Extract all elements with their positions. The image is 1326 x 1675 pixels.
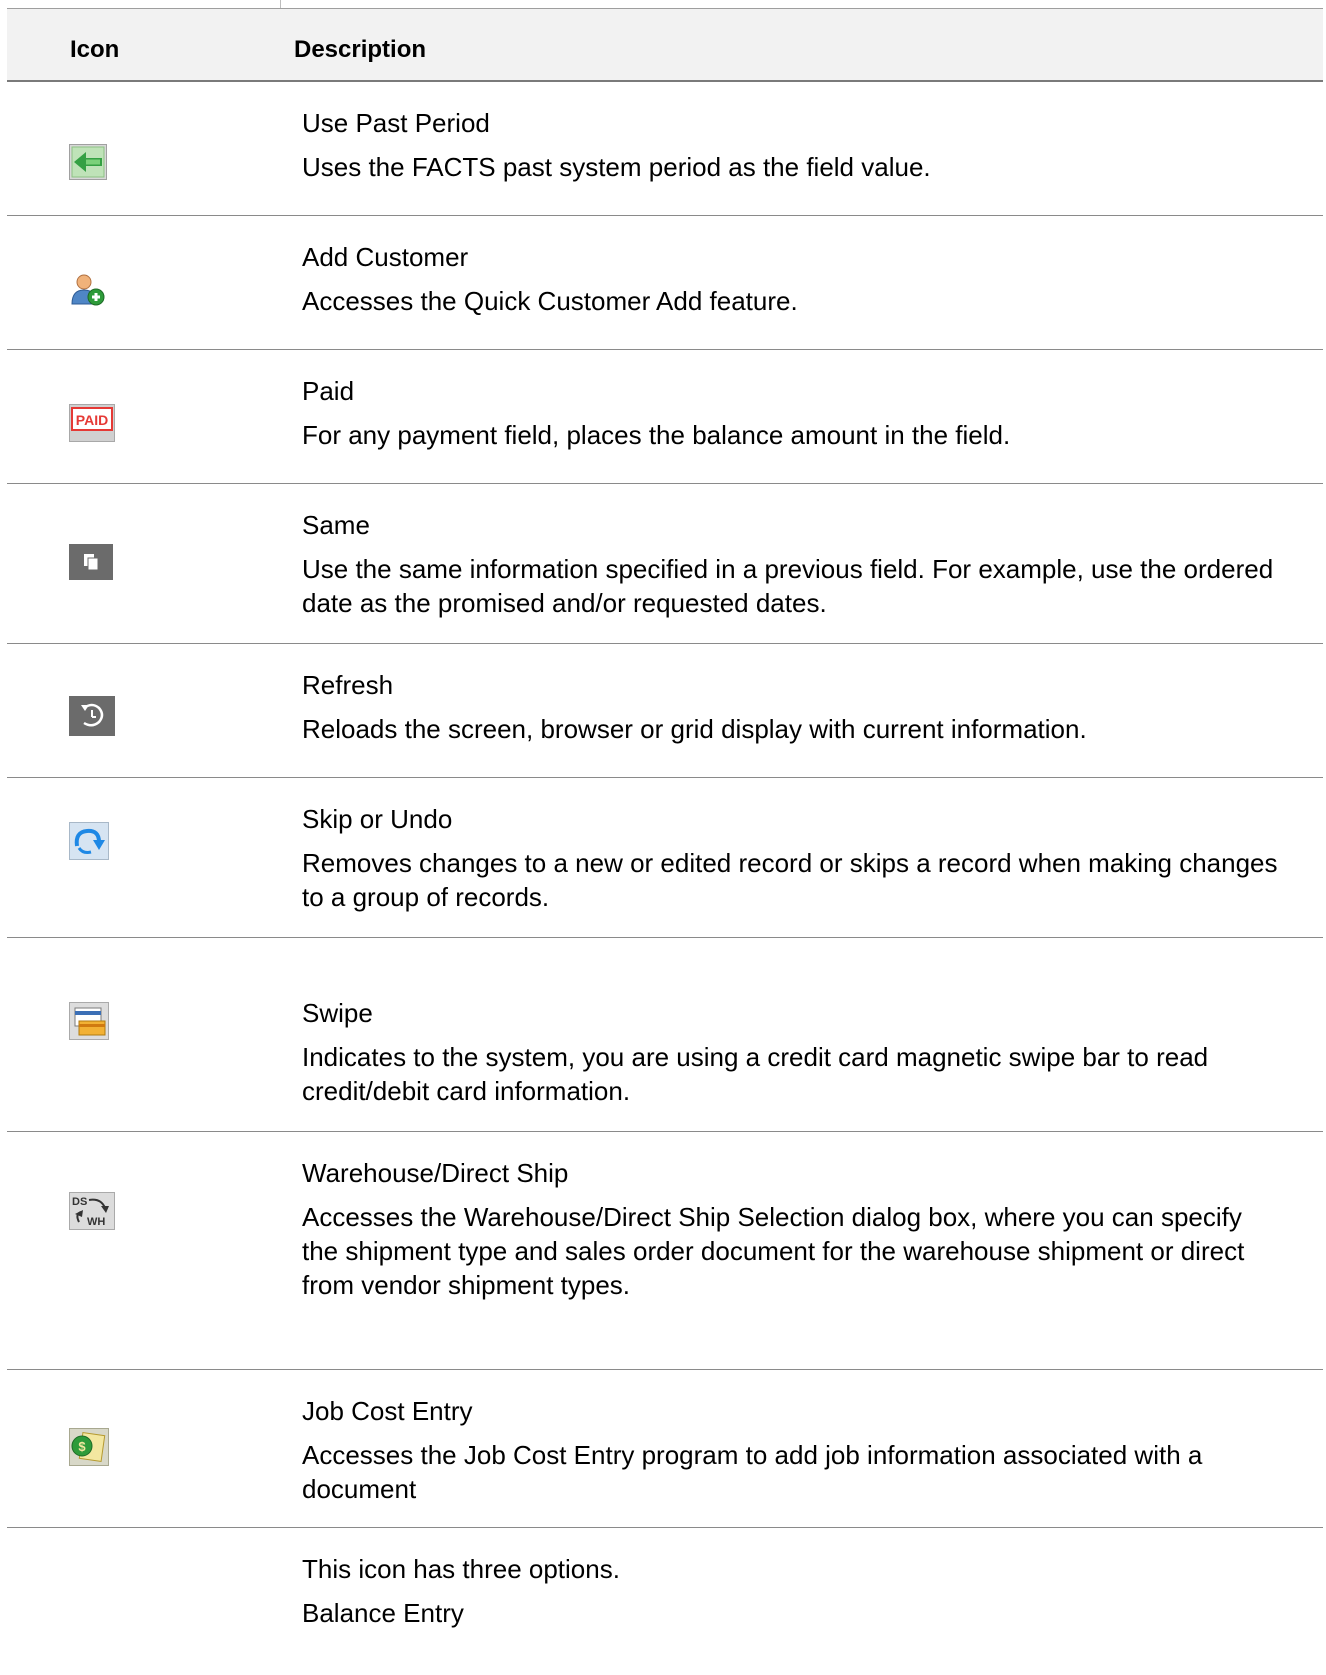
svg-text:$: $ (78, 1439, 86, 1454)
row-title: Same (302, 510, 370, 540)
table-row-three-options: This icon has three options. Balance Ent… (7, 1528, 1323, 1668)
table-row-warehouse-direct-ship: DS WH Warehouse/Direct Ship Accesses the… (7, 1132, 1323, 1370)
row-description: Use the same information specified in a … (302, 554, 1274, 618)
add-customer-icon (69, 272, 111, 310)
row-title: Paid (302, 376, 355, 406)
svg-text:PAID: PAID (76, 412, 108, 428)
row-description: Accesses the Quick Customer Add feature. (302, 286, 798, 316)
swipe-icon (69, 1002, 111, 1040)
table-row-use-past-period: Use Past Period Uses the FACTS past syst… (7, 82, 1323, 216)
row-description: Uses the FACTS past system period as the… (302, 152, 931, 182)
row-description: For any payment field, places the balanc… (302, 420, 1011, 450)
refresh-icon (69, 696, 115, 736)
table-header: Icon Description (7, 8, 1323, 82)
use-past-period-icon (69, 144, 111, 182)
same-icon (69, 544, 113, 582)
table-row-refresh: Refresh Reloads the screen, browser or g… (7, 644, 1323, 778)
row-description: Accesses the Warehouse/Direct Ship Selec… (302, 1202, 1245, 1300)
table-row-job-cost-entry: $ Job Cost Entry Accesses the Job Cost E… (7, 1370, 1323, 1528)
row-title: Swipe (302, 998, 373, 1028)
row-title: Job Cost Entry (302, 1396, 473, 1426)
row-title: Refresh (302, 670, 394, 700)
svg-text:WH: WH (87, 1216, 105, 1228)
row-description: Indicates to the system, you are using a… (302, 1042, 1209, 1106)
column-header-icon: Icon (70, 36, 120, 63)
warehouse-direct-ship-icon: DS WH (69, 1192, 115, 1230)
row-description: Removes changes to a new or edited recor… (302, 848, 1278, 912)
skip-undo-icon (69, 822, 111, 860)
table-row-skip-undo: Skip or Undo Removes changes to a new or… (7, 778, 1323, 938)
icon-description-table: Icon Description Use Past Period Uses th… (7, 0, 1323, 1668)
table-row-add-customer: Add Customer Accesses the Quick Customer… (7, 216, 1323, 350)
paid-icon: PAID (69, 404, 115, 442)
svg-text:DS: DS (72, 1196, 87, 1208)
row-title: Skip or Undo (302, 804, 453, 834)
row-title: Warehouse/Direct Ship (302, 1158, 569, 1188)
row-description: Accesses the Job Cost Entry program to a… (302, 1440, 1203, 1504)
row-title: Add Customer (302, 242, 469, 272)
row-title: This icon has three options. (302, 1554, 620, 1584)
row-description: Balance Entry (302, 1598, 464, 1628)
table-row-same: Same Use the same information specified … (7, 484, 1323, 644)
row-description: Reloads the screen, browser or grid disp… (302, 714, 1087, 744)
table-row-paid: PAID Paid For any payment field, places … (7, 350, 1323, 484)
row-title: Use Past Period (302, 108, 490, 138)
table-row-swipe: Swipe Indicates to the system, you are u… (7, 938, 1323, 1132)
job-cost-entry-icon: $ (69, 1428, 111, 1466)
column-header-description: Description (294, 36, 427, 63)
